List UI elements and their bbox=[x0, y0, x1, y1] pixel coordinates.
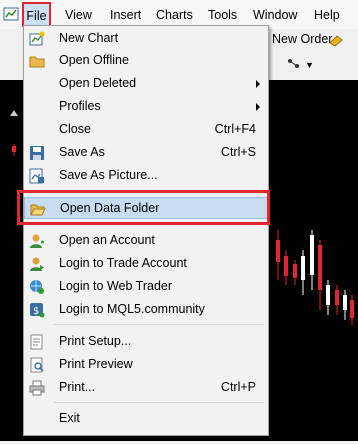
menu-item-label: Close bbox=[59, 122, 91, 136]
menu-charts[interactable]: Charts bbox=[156, 7, 193, 23]
folder-icon bbox=[29, 56, 45, 68]
account-add-icon bbox=[30, 234, 44, 248]
tools-icon[interactable] bbox=[286, 57, 302, 71]
menu-item-new-chart[interactable]: New Chart bbox=[24, 28, 268, 50]
menu-item-label: Open Offline bbox=[59, 53, 129, 67]
menu-item-open-offline[interactable]: Open Offline bbox=[24, 50, 268, 72]
menu-item-label: Profiles bbox=[59, 99, 101, 113]
candle bbox=[276, 240, 280, 262]
menu-item-print-setup[interactable]: Print Setup... bbox=[24, 331, 268, 353]
web-trader-icon bbox=[30, 280, 44, 294]
menu-item-label: Open an Account bbox=[59, 233, 155, 247]
save-icon bbox=[30, 146, 44, 160]
menu-item-close[interactable]: Close Ctrl+F4 bbox=[24, 119, 268, 141]
eraser-icon[interactable] bbox=[328, 33, 344, 47]
candle bbox=[343, 295, 347, 310]
account-login-icon bbox=[30, 257, 44, 271]
app-icon bbox=[3, 7, 19, 21]
menu-item-profiles[interactable]: Profiles bbox=[24, 96, 268, 118]
menu-item-label: Print... bbox=[59, 380, 96, 394]
new-chart-icon bbox=[29, 31, 45, 46]
menu-item-label: Save As bbox=[59, 145, 105, 159]
menu-item-label: Exit bbox=[59, 411, 80, 425]
menu-item-label: Login to Web Trader bbox=[59, 279, 173, 293]
candle bbox=[318, 245, 322, 290]
menu-item-save-as[interactable]: Save As Ctrl+S bbox=[24, 142, 268, 164]
menu-item-label: Print Preview bbox=[59, 357, 133, 371]
menu-help[interactable]: Help bbox=[314, 7, 340, 23]
file-menu: New Chart Open Offline Open Deleted Prof… bbox=[23, 25, 269, 436]
menu-file[interactable]: File bbox=[22, 2, 51, 27]
shortcut-label: Ctrl+S bbox=[220, 145, 256, 159]
submenu-arrow-icon bbox=[256, 103, 260, 111]
menu-item-print-preview[interactable]: Print Preview bbox=[24, 354, 268, 376]
menu-item-label: New Chart bbox=[59, 31, 119, 45]
menu-item-label: Print Setup... bbox=[59, 334, 132, 348]
menu-item-label: Open Deleted bbox=[59, 76, 137, 90]
submenu-arrow-icon bbox=[256, 80, 260, 88]
save-picture-icon bbox=[29, 168, 44, 184]
menu-item-login-trade-account[interactable]: Login to Trade Account bbox=[24, 253, 268, 275]
print-setup-icon bbox=[30, 334, 43, 350]
candle bbox=[301, 256, 305, 280]
menu-insert[interactable]: Insert bbox=[110, 7, 141, 23]
candle bbox=[310, 235, 314, 275]
chart-tab-marker bbox=[10, 110, 18, 116]
menu-item-open-deleted[interactable]: Open Deleted bbox=[24, 73, 268, 95]
candle bbox=[335, 290, 339, 305]
menu-item-label: Save As Picture... bbox=[59, 168, 158, 182]
shortcut-label: Ctrl+F4 bbox=[214, 122, 256, 136]
print-icon bbox=[29, 380, 45, 396]
candle bbox=[12, 146, 16, 152]
highlight-annotation-box bbox=[17, 190, 270, 225]
menu-tools[interactable]: Tools bbox=[208, 7, 237, 23]
menu-separator bbox=[54, 402, 264, 403]
mql5-icon: $ bbox=[30, 303, 45, 318]
menu-item-print[interactable]: Print... Ctrl+P bbox=[24, 377, 268, 399]
candle bbox=[350, 300, 354, 318]
candle bbox=[293, 264, 297, 278]
candle bbox=[284, 256, 288, 276]
menu-view[interactable]: View bbox=[65, 7, 92, 23]
menu-item-label: Login to Trade Account bbox=[59, 256, 187, 270]
shortcut-label: Ctrl+P bbox=[220, 380, 256, 394]
print-preview-icon bbox=[30, 357, 44, 373]
menu-window[interactable]: Window bbox=[253, 7, 297, 23]
new-order-button[interactable]: New Order bbox=[272, 32, 332, 46]
menu-item-open-account[interactable]: Open an Account bbox=[24, 230, 268, 252]
candle bbox=[326, 285, 330, 305]
chevron-down-icon[interactable]: ▼ bbox=[305, 60, 314, 70]
menu-item-label: Login to MQL5.community bbox=[59, 302, 205, 316]
menu-item-login-mql5[interactable]: $ Login to MQL5.community bbox=[24, 299, 268, 321]
menu-item-save-as-picture[interactable]: Save As Picture... bbox=[24, 165, 268, 187]
menu-item-login-web-trader[interactable]: Login to Web Trader bbox=[24, 276, 268, 298]
menu-item-exit[interactable]: Exit bbox=[24, 408, 268, 430]
menu-separator bbox=[54, 324, 264, 325]
svg-text:$: $ bbox=[33, 306, 39, 317]
